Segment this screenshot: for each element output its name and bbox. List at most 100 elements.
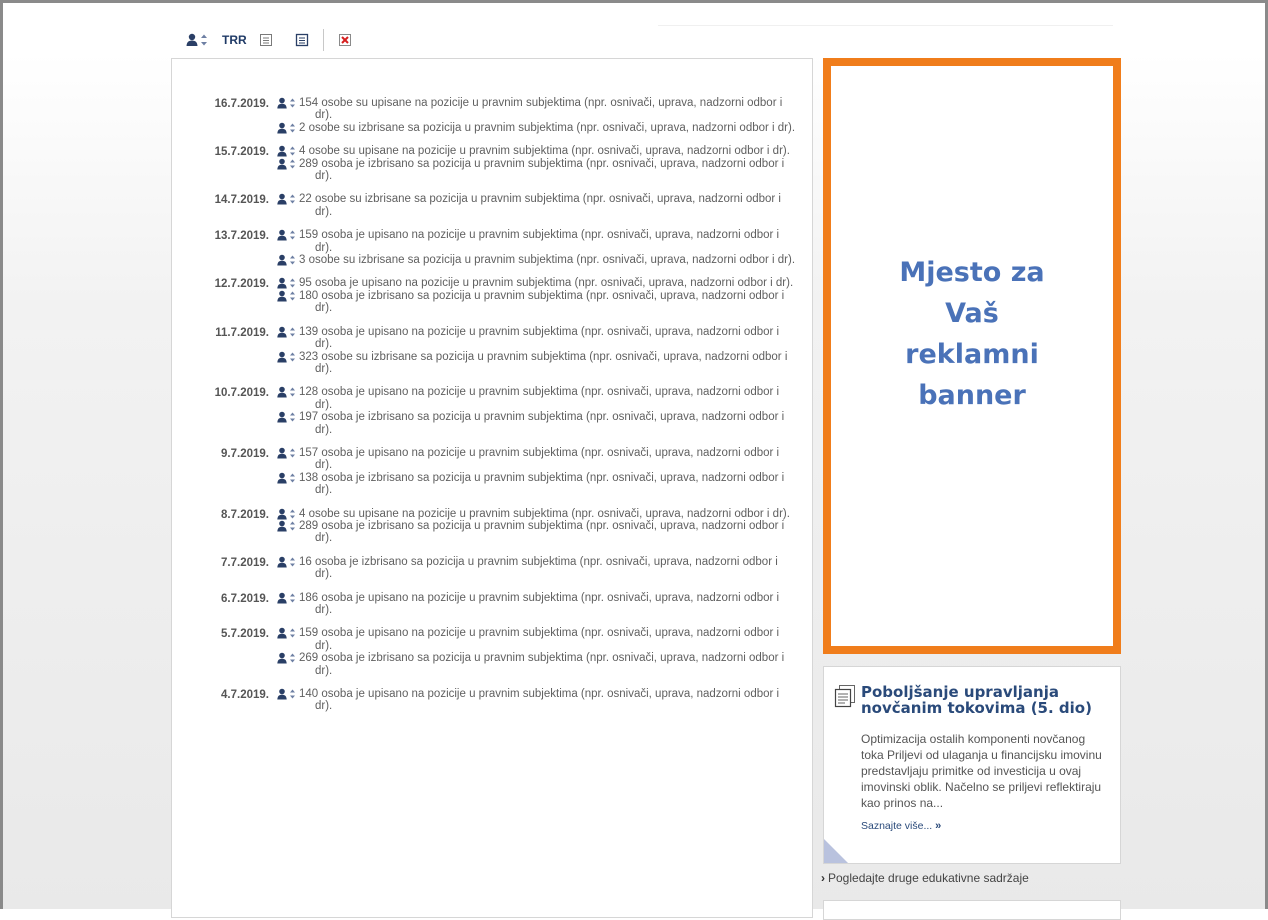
toolbar-separator xyxy=(322,29,324,51)
day-entries: 159 osoba je upisano na pozicije u pravn… xyxy=(277,627,797,677)
person-updown-icon[interactable] xyxy=(277,122,299,134)
chevron-right-icon: › xyxy=(821,871,825,885)
person-updown-icon[interactable] xyxy=(277,290,299,302)
person-updown-icon[interactable] xyxy=(277,326,299,338)
entry-text: 154 osobe su upisane na pozicije u pravn… xyxy=(299,97,783,122)
timeline-day: 7.7.2019. 16 osoba je izbrisano sa pozici… xyxy=(172,556,812,581)
next-card xyxy=(823,900,1121,920)
close-red-icon[interactable] xyxy=(338,33,352,47)
entry-row: 128 osoba je upisano na pozicije u pravn… xyxy=(277,386,797,411)
entry-text: 95 osoba je upisano na pozicije u pravni… xyxy=(299,277,794,290)
day-entries: 128 osoba je upisano na pozicije u pravn… xyxy=(277,386,797,436)
entry-text: 159 osoba je upisano na pozicije u pravn… xyxy=(299,229,780,254)
page-frame: TRR 16.7.2019. 154 osobe su upisane na p… xyxy=(0,0,1268,920)
entry-row: 197 osoba je izbrisano sa pozicija u pra… xyxy=(277,411,797,436)
entry-text: 140 osoba je upisano na pozicije u pravn… xyxy=(299,688,780,713)
person-updown-icon[interactable] xyxy=(277,411,299,423)
entry-row: 157 osoba je upisano na pozicije u pravn… xyxy=(277,447,797,472)
entry-row: 16 osoba je izbrisano sa pozicija u prav… xyxy=(277,556,797,581)
person-updown-icon[interactable] xyxy=(277,447,299,459)
entry-text: 139 osoba je upisano na pozicije u pravn… xyxy=(299,325,780,351)
entry-row: 95 osoba je upisano na pozicije u pravni… xyxy=(277,277,797,289)
person-updown-icon[interactable] xyxy=(277,158,299,170)
toolbar: TRR xyxy=(186,29,352,51)
person-updown-icon[interactable] xyxy=(277,97,299,109)
day-entries: 139 osoba je upisano na pozicije u pravn… xyxy=(277,326,797,376)
entry-row: 140 osoba je upisano na pozicije u pravn… xyxy=(277,688,797,713)
person-updown-icon[interactable] xyxy=(277,520,299,532)
edu-card: Poboljšanje upravljanja novčanim tokovim… xyxy=(823,666,1121,864)
corner-fold xyxy=(824,839,848,863)
day-date: 4.7.2019. xyxy=(221,689,269,702)
day-date: 8.7.2019. xyxy=(221,508,269,521)
person-updown-icon[interactable] xyxy=(277,592,299,604)
entry-text: 4 osobe su upisane na pozicije u pravnim… xyxy=(299,145,790,158)
edu-card-title[interactable]: Poboljšanje upravljanja novčanim tokovim… xyxy=(861,684,1116,716)
person-updown-icon[interactable] xyxy=(277,652,299,664)
entry-text: 138 osoba je izbrisano sa pozicija u pra… xyxy=(299,471,785,497)
read-more-label: Saznajte više... xyxy=(861,820,933,832)
person-updown-icon[interactable] xyxy=(277,145,299,157)
day-date: 10.7.2019. xyxy=(214,387,269,400)
day-entries: 4 osobe su upisane na pozicije u pravnim… xyxy=(277,508,797,545)
day-entries: 22 osobe su izbrisane sa pozicija u prav… xyxy=(277,193,797,218)
person-updown-icon[interactable] xyxy=(277,254,299,266)
timeline-day: 11.7.2019. 139 osoba je upisano na pozici… xyxy=(172,326,812,376)
entry-row: 159 osoba je upisano na pozicije u pravn… xyxy=(277,627,797,652)
timeline-day: 10.7.2019. 128 osoba je upisano na pozici… xyxy=(172,386,812,436)
person-updown-icon[interactable] xyxy=(277,556,299,568)
ad-banner[interactable]: Mjesto za Vaš reklamni banner xyxy=(823,58,1121,654)
document-icon[interactable] xyxy=(259,33,273,47)
entry-text: 157 osoba je upisano na pozicije u pravn… xyxy=(299,446,780,472)
day-entries: 4 osobe su upisane na pozicije u pravnim… xyxy=(277,145,797,182)
person-updown-icon[interactable] xyxy=(186,33,210,47)
person-updown-icon[interactable] xyxy=(277,627,299,639)
timeline-day: 5.7.2019. 159 osoba je upisano na pozicij… xyxy=(172,627,812,677)
person-updown-icon[interactable] xyxy=(277,386,299,398)
day-entries: 154 osobe su upisane na pozicije u pravn… xyxy=(277,97,797,134)
person-updown-icon[interactable] xyxy=(277,277,299,289)
person-updown-icon[interactable] xyxy=(277,351,299,363)
person-updown-icon[interactable] xyxy=(277,193,299,205)
banner-line: banner xyxy=(918,379,1026,411)
day-entries: 186 osoba je upisano na pozicije u pravn… xyxy=(277,592,797,617)
timeline-day: 4.7.2019. 140 osoba je upisano na pozicij… xyxy=(172,688,812,713)
day-date: 5.7.2019. xyxy=(221,628,269,641)
entry-text: 269 osoba je izbrisano sa pozicija u pra… xyxy=(299,652,785,677)
day-entries: 157 osoba je upisano na pozicije u pravn… xyxy=(277,447,797,497)
entry-row: 186 osoba je upisano na pozicije u pravn… xyxy=(277,592,797,617)
article-icon xyxy=(834,684,858,710)
entry-text: 197 osoba je izbrisano sa pozicija u pra… xyxy=(299,411,785,436)
entry-row: 4 osobe su upisane na pozicije u pravnim… xyxy=(277,145,797,157)
entry-row: 4 osobe su upisane na pozicije u pravnim… xyxy=(277,508,797,520)
more-edu-link[interactable]: › Pogledajte druge edukativne sadržaje xyxy=(821,871,1029,885)
timeline-day: 14.7.2019. 22 osobe su izbrisane sa pozic… xyxy=(172,193,812,218)
entry-text: 3 osobe su izbrisane sa pozicija u pravn… xyxy=(299,254,796,267)
day-date: 11.7.2019. xyxy=(215,326,269,339)
entry-row: 139 osoba je upisano na pozicije u pravn… xyxy=(277,326,797,351)
entry-text: 323 osobe su izbrisane sa pozicija u pra… xyxy=(299,350,788,375)
entry-row: 269 osoba je izbrisano sa pozicija u pra… xyxy=(277,652,797,677)
timeline-day: 12.7.2019. 95 osoba je upisano na pozicij… xyxy=(172,277,812,314)
read-more-link[interactable]: Saznajte više... » xyxy=(861,820,941,832)
timeline-list: 16.7.2019. 154 osobe su upisane na pozici… xyxy=(172,97,812,724)
entry-text: 180 osoba je izbrisano sa pozicija u pra… xyxy=(299,289,785,315)
entry-row: 323 osobe su izbrisane sa pozicija u pra… xyxy=(277,351,797,376)
day-entries: 140 osoba je upisano na pozicije u pravn… xyxy=(277,688,797,713)
banner-line: reklamni xyxy=(905,338,1039,370)
entry-text: 2 osobe su izbrisane sa pozicija u pravn… xyxy=(299,121,796,134)
person-updown-icon[interactable] xyxy=(277,508,299,520)
person-updown-icon[interactable] xyxy=(277,229,299,241)
more-edu-label: Pogledajte druge edukativne sadržaje xyxy=(828,871,1029,885)
timeline-day: 16.7.2019. 154 osobe su upisane na pozici… xyxy=(172,97,812,134)
person-updown-icon[interactable] xyxy=(277,472,299,484)
trr-button[interactable]: TRR xyxy=(222,33,247,47)
day-date: 16.7.2019. xyxy=(214,98,269,110)
day-date: 7.7.2019. xyxy=(221,556,269,569)
day-date: 9.7.2019. xyxy=(221,447,269,460)
person-updown-icon[interactable] xyxy=(277,688,299,700)
document-blue-icon[interactable] xyxy=(295,33,309,47)
entry-text: 159 osoba je upisano na pozicije u pravn… xyxy=(299,627,780,652)
entry-row: 289 osoba je izbrisano sa pozicija u pra… xyxy=(277,520,797,545)
day-date: 14.7.2019. xyxy=(214,194,269,207)
